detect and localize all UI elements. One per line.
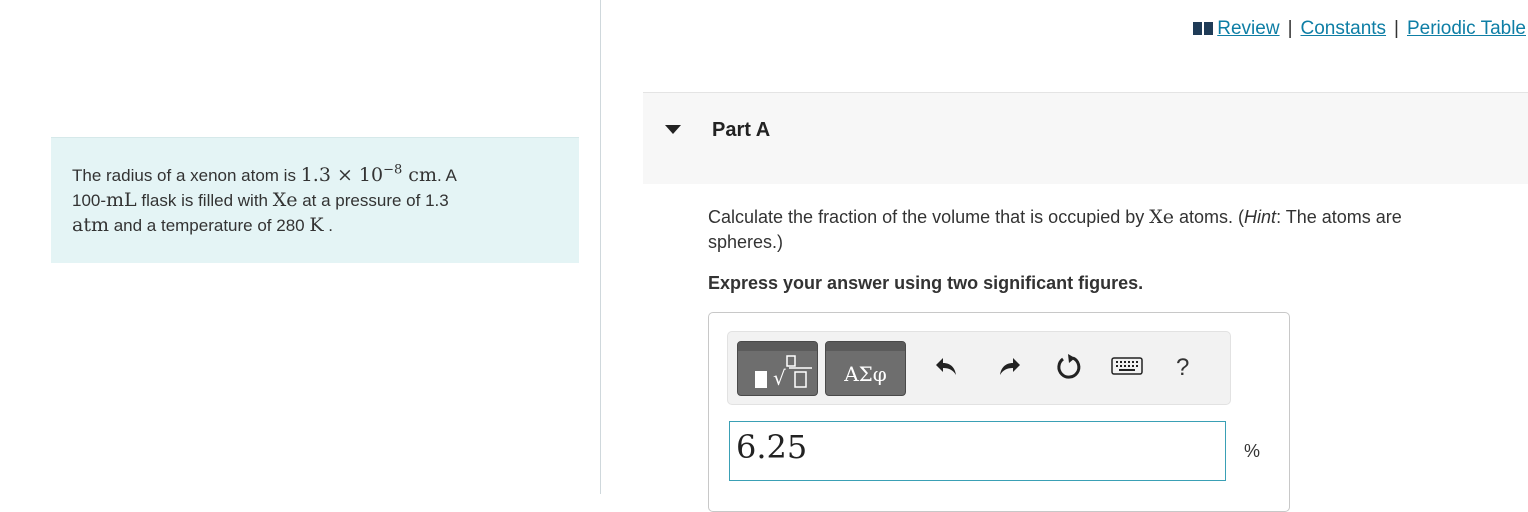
panel-divider [600,0,601,494]
undo-icon [936,358,956,375]
templates-button[interactable]: √ [737,341,818,396]
radius-value: 1.3 × 10−8 cm [300,162,437,186]
undo-button[interactable] [930,352,964,386]
problem-text: 100- [72,191,107,210]
constants-link[interactable]: Constants [1301,18,1387,39]
hint-label: Hint [1244,207,1277,227]
problem-text: at a pressure of 1.3 [297,191,449,210]
part-title: Part A [712,119,771,141]
part-header[interactable]: Part A [643,92,1528,184]
pressure-unit: atm [72,214,109,236]
problem-text: flask is filled with [136,191,273,210]
reset-icon [1057,354,1081,379]
templates-icon: √ [755,355,812,390]
answer-unit: % [1244,441,1261,461]
problem-panel: The radius of a xenon atom is 1.3 × 10−8… [0,0,600,494]
link-separator: | [1287,18,1293,39]
keyboard-button[interactable] [1110,352,1144,386]
keyboard-icon [1111,357,1143,375]
volume-unit: mL [106,189,137,211]
problem-text: The radius of a xenon atom is [72,166,301,185]
link-separator: | [1394,18,1399,39]
math-toolbar: √ ΑΣφ ? [727,331,1231,405]
periodic-table-link[interactable]: Periodic Table [1407,18,1526,39]
answer-instruction: Express your answer using two significan… [708,273,1144,293]
reset-button[interactable] [1052,352,1086,386]
problem-statement: The radius of a xenon atom is 1.3 × 10−8… [51,137,579,263]
symbols-button[interactable]: ΑΣφ [825,341,906,396]
review-link[interactable]: Review [1217,18,1279,39]
symbols-label: ΑΣφ [844,362,887,386]
help-button[interactable]: ? [1176,354,1189,382]
gas-symbol: Xe [1149,206,1175,228]
resource-links: Review | Constants | Periodic Table [1192,18,1526,42]
answer-card: √ ΑΣφ ? 6.25 % [708,312,1290,512]
redo-button[interactable] [992,352,1026,386]
answer-input[interactable]: 6.25 [729,421,1226,481]
collapse-caret-icon[interactable] [665,125,681,134]
svg-text:√: √ [773,366,786,390]
temperature-unit: K [309,214,324,236]
problem-text: . [323,216,333,235]
book-icon [1192,20,1214,42]
gas-symbol: Xe [272,189,298,211]
problem-text: . A [436,166,457,185]
problem-text: and a temperature of 280 [108,216,310,235]
question-text: Calculate the fraction of the volume tha… [708,206,1402,252]
redo-icon [1000,358,1020,375]
